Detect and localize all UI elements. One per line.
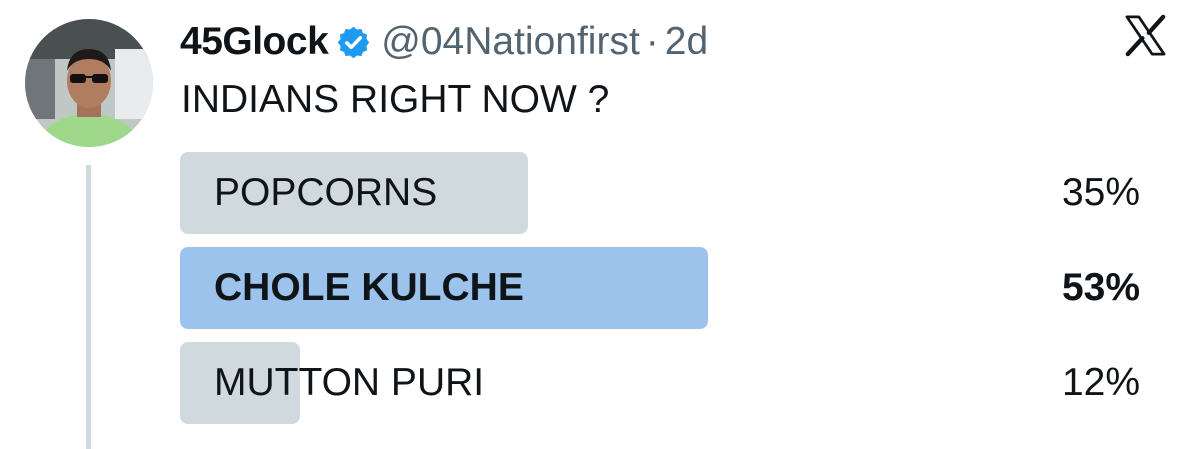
verified-badge-icon[interactable]: [336, 25, 371, 60]
tweet-header: 45Glock @04Nationfirst · 2d: [180, 20, 708, 64]
user-handle[interactable]: @04Nationfirst: [381, 20, 640, 64]
tweet-card: 45Glock @04Nationfirst · 2d INDIANS RIGH…: [0, 0, 1199, 449]
avatar[interactable]: [25, 19, 153, 147]
poll-option-percent: 53%: [1061, 266, 1140, 309]
x-logo-icon[interactable]: [1122, 12, 1169, 59]
tweet-age[interactable]: 2d: [665, 20, 708, 64]
poll-option-percent: 35%: [1061, 171, 1140, 214]
tweet-text: INDIANS RIGHT NOW ?: [181, 78, 610, 121]
poll-option-popcorns: POPCORNS 35%: [180, 152, 1140, 234]
poll-option-percent: 12%: [1061, 361, 1140, 404]
poll-option-chole-kulche: CHOLE KULCHE 53%: [180, 247, 1140, 329]
poll-option-label: POPCORNS: [214, 171, 438, 214]
poll-option-label: MUTTON PURI: [214, 361, 485, 404]
thread-line: [86, 165, 91, 449]
display-name[interactable]: 45Glock: [180, 20, 329, 64]
poll-option-mutton-puri: MUTTON PURI 12%: [180, 342, 1140, 424]
separator-dot: ·: [645, 20, 659, 63]
poll-option-label: CHOLE KULCHE: [214, 266, 524, 309]
